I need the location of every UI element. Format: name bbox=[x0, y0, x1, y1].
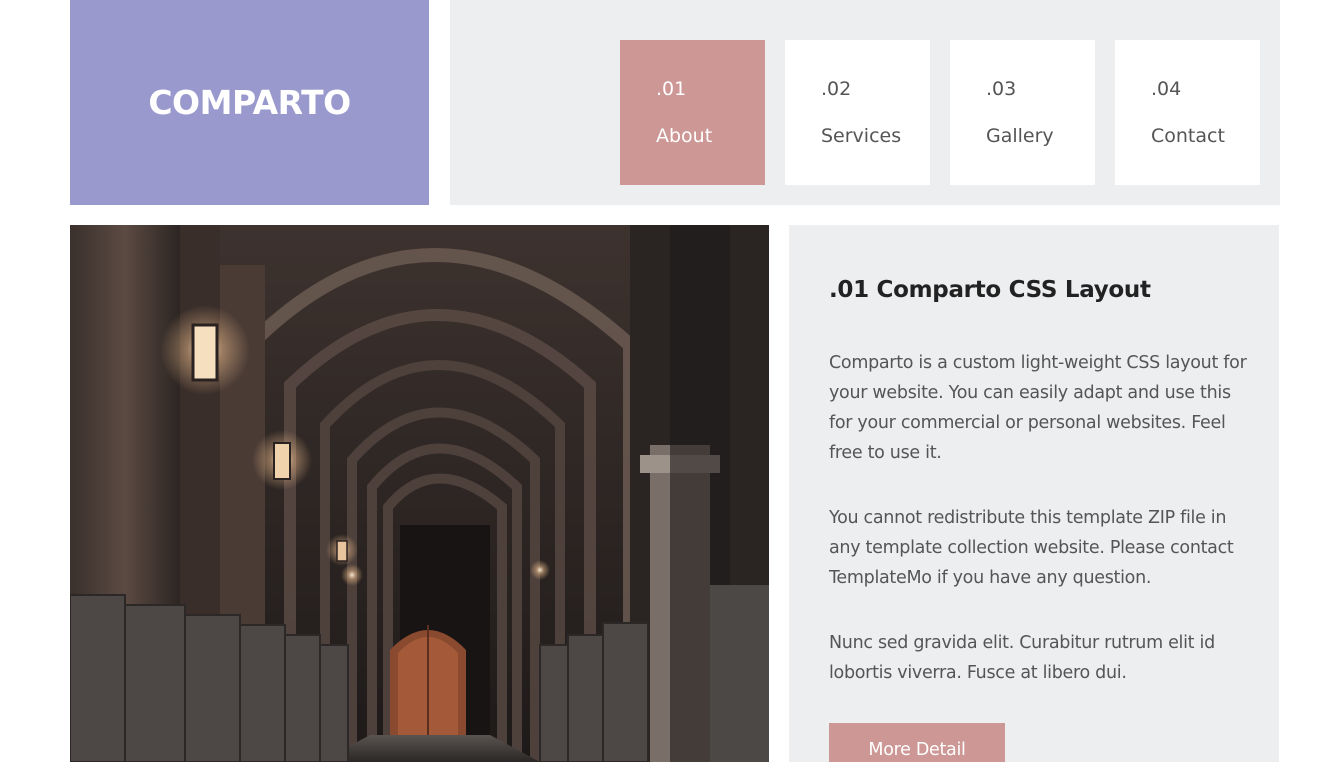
brand-block[interactable]: COMPARTO bbox=[70, 0, 429, 205]
hero-image bbox=[70, 225, 769, 762]
nav-item-number: .03 bbox=[986, 78, 1017, 100]
nav-item-label: Services bbox=[821, 125, 902, 147]
nav-item-about[interactable]: .01 About bbox=[620, 40, 765, 185]
nav-item-number: .04 bbox=[1151, 78, 1182, 100]
brand-logo-text[interactable]: COMPARTO bbox=[148, 83, 351, 122]
nav-item-gallery[interactable]: .03 Gallery bbox=[950, 40, 1095, 185]
nav-item-services[interactable]: .02 Services bbox=[785, 40, 930, 185]
paragraph-extra: Nunc sed gravida elit. Curabitur rutrum … bbox=[829, 633, 1215, 683]
paragraph-intro: Comparto is a custom light-weight CSS la… bbox=[829, 353, 1247, 463]
nav-item-label: About bbox=[656, 125, 713, 147]
paragraph-license: You cannot redistribute this template ZI… bbox=[829, 508, 1234, 588]
nav-item-label: Gallery bbox=[986, 125, 1054, 147]
nav-item-number: .01 bbox=[656, 78, 687, 100]
content-panel: .01 Comparto CSS Layout Comparto is a cu… bbox=[789, 225, 1279, 762]
nav-item-label: Contact bbox=[1151, 125, 1225, 147]
section-title: .01 Comparto CSS Layout bbox=[829, 277, 1151, 303]
page: COMPARTO .01 About .02 Services .03 Gall… bbox=[0, 0, 1338, 762]
more-detail-button[interactable]: More Detail bbox=[829, 723, 1005, 762]
nav-item-number: .02 bbox=[821, 78, 852, 100]
main-nav: .01 About .02 Services .03 Gallery .04 C… bbox=[450, 0, 1280, 205]
nav-item-contact[interactable]: .04 Contact bbox=[1115, 40, 1260, 185]
corridor-illustration bbox=[70, 225, 769, 762]
